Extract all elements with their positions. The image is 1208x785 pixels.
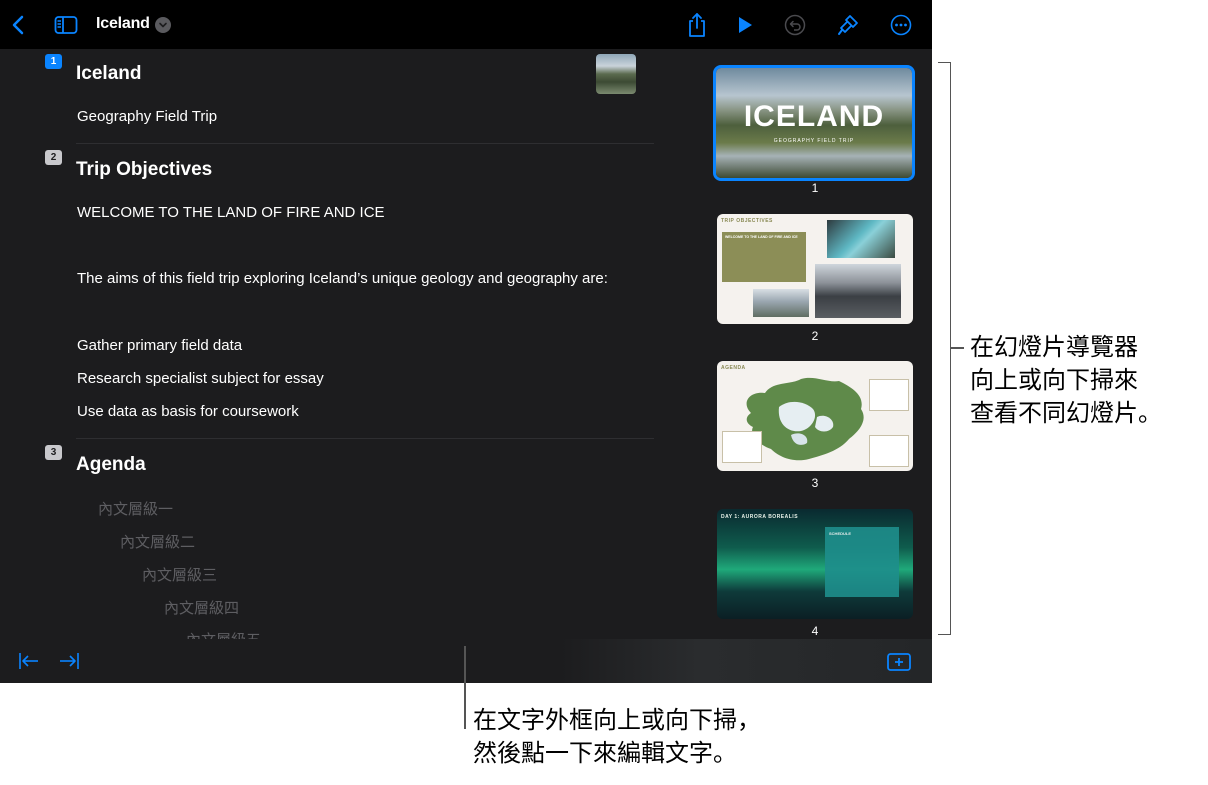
navigator-callout-bracket	[938, 62, 951, 635]
callout-line: 在幻燈片導覽器	[970, 333, 1138, 361]
share-icon[interactable]	[685, 12, 709, 38]
callout-line: 在文字外框向上或向下掃，	[473, 706, 761, 734]
slide-bullet-text[interactable]: Research specialist subject for essay	[77, 370, 324, 387]
slide-title[interactable]: Agenda	[76, 454, 146, 476]
slide-title[interactable]: Trip Objectives	[76, 159, 212, 181]
play-icon[interactable]	[734, 14, 756, 36]
thumbnail-heading: DAY 1: AURORA BOREALIS	[721, 514, 799, 520]
text-callout-leader	[464, 646, 466, 729]
slide-number-badge: 3	[45, 445, 62, 460]
placeholder-text[interactable]: 內文層級五	[186, 629, 261, 639]
placeholder-text[interactable]: 內文層級三	[142, 564, 217, 585]
lake-photo	[753, 289, 809, 317]
slide-body-text[interactable]: WELCOME TO THE LAND OF FIRE AND ICE	[77, 204, 385, 221]
slide-bullet-text[interactable]: Gather primary field data	[77, 337, 242, 354]
indent-icon[interactable]	[58, 651, 80, 673]
schedule-title: SCHEDULE	[829, 531, 852, 536]
back-chevron-icon[interactable]	[8, 13, 28, 37]
more-icon[interactable]	[889, 13, 913, 37]
slide-thumbnail-3[interactable]: AGENDA	[717, 361, 913, 471]
paintbrush-icon[interactable]	[835, 12, 861, 38]
slide-divider	[76, 438, 654, 439]
navigator-callout-text: 在幻燈片導覽器 向上或向下掃來 查看不同幻燈片。	[970, 331, 1162, 430]
slide-navigator[interactable]: ICELAND GEOGRAPHY FIELD TRIP 1 TRIP OBJE…	[700, 49, 932, 639]
placeholder-text[interactable]: 內文層級一	[98, 498, 173, 519]
thumbnail-number: 3	[811, 476, 819, 490]
slide-bullet-text[interactable]: Use data as basis for coursework	[77, 403, 299, 420]
slide-thumbnail-2[interactable]: TRIP OBJECTIVES WELCOME TO THE LAND OF F…	[717, 214, 913, 324]
outline-bottom-bar	[0, 639, 932, 683]
thumbnail-number: 2	[811, 329, 819, 343]
add-slide-icon[interactable]	[886, 651, 912, 673]
keynote-app-window: Iceland 1 Iceland Geography Field Trip 2…	[0, 0, 932, 683]
thumbnail-heading: TRIP OBJECTIVES	[721, 218, 773, 224]
mountain-photo	[815, 264, 901, 318]
agenda-day-card	[869, 435, 909, 467]
slide-body-text[interactable]: The aims of this field trip exploring Ic…	[77, 270, 608, 287]
navigator-callout-leader	[950, 347, 964, 349]
river-photo	[827, 220, 895, 258]
title-menu-chevron-icon[interactable]	[155, 17, 171, 33]
slide-number-badge: 2	[45, 150, 62, 165]
slide-thumbnail-4[interactable]: DAY 1: AURORA BOREALIS SCHEDULE	[717, 509, 913, 619]
thumbnail-number: 1	[811, 181, 819, 195]
undo-icon[interactable]	[783, 13, 807, 37]
toolbar: Iceland	[0, 0, 932, 49]
callout-line: 查看不同幻燈片。	[970, 399, 1162, 427]
agenda-day-card	[869, 379, 909, 411]
slide-title[interactable]: Iceland	[76, 63, 141, 85]
slide-body-text[interactable]: Geography Field Trip	[77, 108, 217, 125]
outdent-icon[interactable]	[18, 651, 40, 673]
agenda-day-card	[722, 431, 762, 463]
objectives-box-title: WELCOME TO THE LAND OF FIRE AND ICE	[725, 235, 798, 239]
callout-line: 向上或向下掃來	[970, 366, 1138, 394]
thumbnail-number: 4	[811, 624, 819, 638]
placeholder-text[interactable]: 內文層級二	[120, 531, 195, 552]
slide-divider	[76, 143, 654, 144]
objectives-box: WELCOME TO THE LAND OF FIRE AND ICE	[722, 232, 806, 282]
document-title[interactable]: Iceland	[96, 15, 150, 33]
slide-thumbnail-1[interactable]: ICELAND GEOGRAPHY FIELD TRIP	[713, 65, 915, 181]
callout-line: 然後點一下來編輯文字。	[473, 739, 737, 767]
thumbnail-subtitle: GEOGRAPHY FIELD TRIP	[773, 138, 855, 144]
schedule-box: SCHEDULE	[825, 527, 899, 597]
slide-image-thumbnail[interactable]	[596, 54, 636, 94]
placeholder-text[interactable]: 內文層級四	[164, 597, 239, 618]
slide-number-badge: 1	[45, 54, 62, 69]
text-callout-text: 在文字外框向上或向下掃， 然後點一下來編輯文字。	[473, 704, 761, 770]
thumbnail-heading: AGENDA	[721, 365, 746, 371]
sidebar-icon[interactable]	[53, 14, 79, 36]
outline-text-view[interactable]: 1 Iceland Geography Field Trip 2 Trip Ob…	[0, 49, 690, 639]
thumbnail-title: ICELAND	[743, 100, 885, 133]
